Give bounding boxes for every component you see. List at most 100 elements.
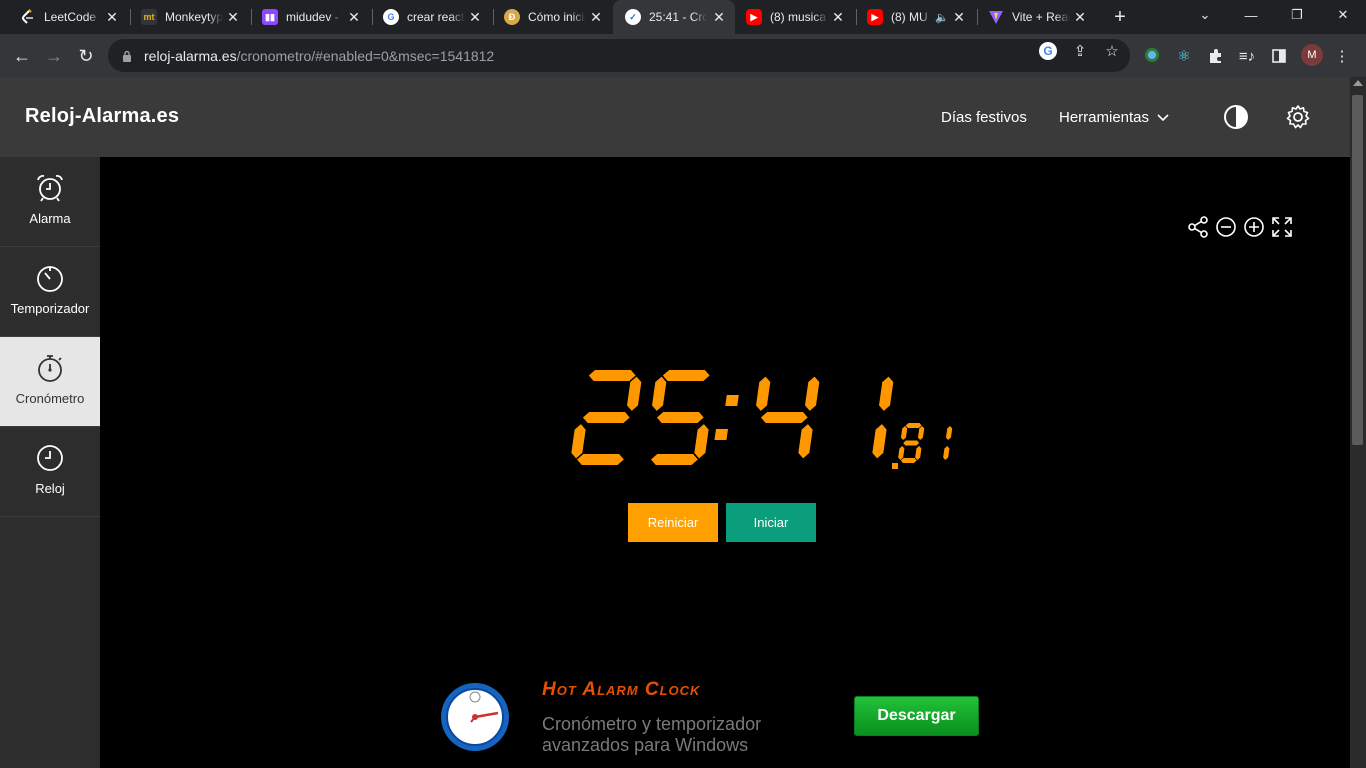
browser-tab[interactable]: LeetCode ✕ xyxy=(8,0,128,34)
zoom-out-icon[interactable] xyxy=(1214,215,1238,239)
close-icon[interactable]: ✕ xyxy=(346,9,362,26)
sidebar-item-alarma[interactable]: Alarma xyxy=(0,157,100,247)
sidebar: Alarma Temporizador Cronómetro Reloj xyxy=(0,157,100,768)
media-control-icon[interactable]: ≡♪ xyxy=(1237,46,1257,66)
tab-title: crear react app xyxy=(407,10,465,24)
ad-brand[interactable]: Hot Alarm Clock xyxy=(542,679,700,701)
audio-playing-icon[interactable]: 🔈 xyxy=(935,11,949,24)
back-button[interactable]: ← xyxy=(8,42,36,70)
forward-button[interactable]: → xyxy=(40,42,68,70)
sidebar-item-temporizador[interactable]: Temporizador xyxy=(0,247,100,337)
settings-gear-icon[interactable] xyxy=(1285,104,1311,130)
close-icon[interactable]: ✕ xyxy=(951,9,967,26)
twitch-icon: ▮▮ xyxy=(262,9,278,25)
timer-icon xyxy=(37,266,63,292)
display-segment xyxy=(945,426,953,440)
seconds-digit xyxy=(756,376,820,459)
tab-title: LeetCode xyxy=(44,10,97,24)
display-colon xyxy=(725,395,739,406)
hundredths-digit xyxy=(943,426,953,460)
close-icon[interactable]: ✕ xyxy=(1072,9,1088,26)
display-segment xyxy=(694,424,709,459)
browser-tab[interactable]: G crear react app ✕ xyxy=(371,0,491,34)
nav-holidays-link[interactable]: Días festivos xyxy=(941,109,1027,126)
close-icon[interactable]: ✕ xyxy=(467,9,483,26)
sidebar-item-reloj[interactable]: Reloj xyxy=(0,427,100,517)
vite-icon xyxy=(988,9,1004,25)
browser-tab[interactable]: Ð Cómo iniciar ✕ xyxy=(492,0,612,34)
reset-button[interactable]: Reiniciar xyxy=(628,503,718,542)
google-lens-icon[interactable]: G xyxy=(1039,42,1057,60)
hot-alarm-clock-logo[interactable] xyxy=(440,682,510,752)
close-icon[interactable]: ✕ xyxy=(711,9,727,26)
zoom-in-icon[interactable] xyxy=(1242,215,1266,239)
close-icon[interactable]: ✕ xyxy=(225,9,241,26)
tab-title: Cómo iniciar xyxy=(528,10,586,24)
display-segment xyxy=(917,426,925,440)
browser-tab[interactable]: ▮▮ midudev - Twitch ✕ xyxy=(250,0,370,34)
browser-tab[interactable]: mt Monkeytype ✕ xyxy=(129,0,249,34)
doge-icon: Ð xyxy=(504,9,520,25)
side-panel-icon[interactable] xyxy=(1269,46,1289,66)
reload-button[interactable]: ↻ xyxy=(72,42,100,70)
seconds-digit xyxy=(872,376,894,459)
site-logo[interactable]: Reloj-Alarma.es xyxy=(25,105,179,128)
display-segment xyxy=(662,370,710,381)
display-segment xyxy=(571,424,586,459)
display-segment xyxy=(582,412,630,423)
browser-tab[interactable]: Vite + React ✕ xyxy=(976,0,1096,34)
minimize-button[interactable]: — xyxy=(1228,0,1274,30)
scrollbar-thumb[interactable] xyxy=(1352,95,1363,445)
display-segment xyxy=(900,426,908,440)
extensions-puzzle-icon[interactable] xyxy=(1206,46,1226,66)
youtube-icon: ▶ xyxy=(746,9,762,25)
react-devtools-icon[interactable]: ⚛ xyxy=(1174,46,1194,66)
nav-tools-dropdown[interactable]: Herramientas xyxy=(1059,109,1169,126)
close-icon[interactable]: ✕ xyxy=(830,9,846,26)
browser-tab[interactable]: ▶ (8) MU 🔈 ✕ xyxy=(855,0,975,34)
sidebar-item-label: Cronómetro xyxy=(15,391,85,406)
display-segment xyxy=(905,423,922,428)
tab-title: midudev - Twitch xyxy=(286,10,344,24)
new-tab-button[interactable]: + xyxy=(1108,5,1132,29)
address-bar[interactable]: reloj-alarma.es/cronometro/#enabled=0&ms… xyxy=(108,39,1130,72)
tab-title: Monkeytype xyxy=(165,10,223,24)
close-window-button[interactable]: ✕ xyxy=(1320,0,1366,30)
url-host: reloj-alarma.es xyxy=(144,47,237,64)
stopwatch-display xyxy=(571,370,953,469)
theme-toggle-icon[interactable] xyxy=(1223,104,1249,130)
display-segment xyxy=(798,424,813,459)
start-button[interactable]: Iniciar xyxy=(726,503,816,542)
display-segment xyxy=(915,446,922,460)
tab-title: (8) MU xyxy=(891,10,928,24)
share-icon[interactable]: ⇪ xyxy=(1071,42,1089,60)
scroll-up-arrow[interactable] xyxy=(1353,80,1363,86)
profile-avatar[interactable]: M xyxy=(1301,44,1323,66)
close-icon[interactable]: ✕ xyxy=(588,9,604,26)
display-colon xyxy=(714,429,729,440)
browser-menu-icon[interactable]: ⋮ xyxy=(1332,46,1352,66)
share-icon[interactable] xyxy=(1186,215,1210,239)
url-path: /cronometro/#enabled=0&msec=1541812 xyxy=(236,47,495,64)
hundredths-digit xyxy=(898,423,925,463)
ad-description: Cronómetro y temporizador avanzados para… xyxy=(542,714,762,755)
extension-icon[interactable] xyxy=(1142,45,1162,65)
restore-button[interactable]: ❐ xyxy=(1274,0,1320,30)
tab-search-icon[interactable]: ⌄ xyxy=(1182,0,1228,30)
display-segment xyxy=(627,376,642,411)
browser-tab-strip: LeetCode ✕ mt Monkeytype ✕ ▮▮ midudev - … xyxy=(0,0,1366,34)
site-header: Reloj-Alarma.es Días festivos Herramient… xyxy=(0,77,1350,157)
sidebar-item-label: Reloj xyxy=(35,481,65,496)
tab-title: (8) musica xyxy=(770,10,827,24)
display-segment xyxy=(652,376,667,411)
lock-icon[interactable] xyxy=(122,50,132,62)
browser-tab-active[interactable]: ✓ 25:41 - Cronómetro ✕ xyxy=(613,0,735,34)
tab-title: Vite + React xyxy=(1012,10,1070,24)
download-button[interactable]: Descargar xyxy=(854,696,979,736)
close-icon[interactable]: ✕ xyxy=(104,9,120,26)
bookmark-star-icon[interactable]: ☆ xyxy=(1103,42,1121,60)
fullscreen-icon[interactable] xyxy=(1270,215,1294,239)
browser-tab[interactable]: ▶ (8) musica ✕ xyxy=(734,0,854,34)
sidebar-item-cronometro[interactable]: Cronómetro xyxy=(0,337,100,427)
youtube-icon: ▶ xyxy=(867,9,883,25)
